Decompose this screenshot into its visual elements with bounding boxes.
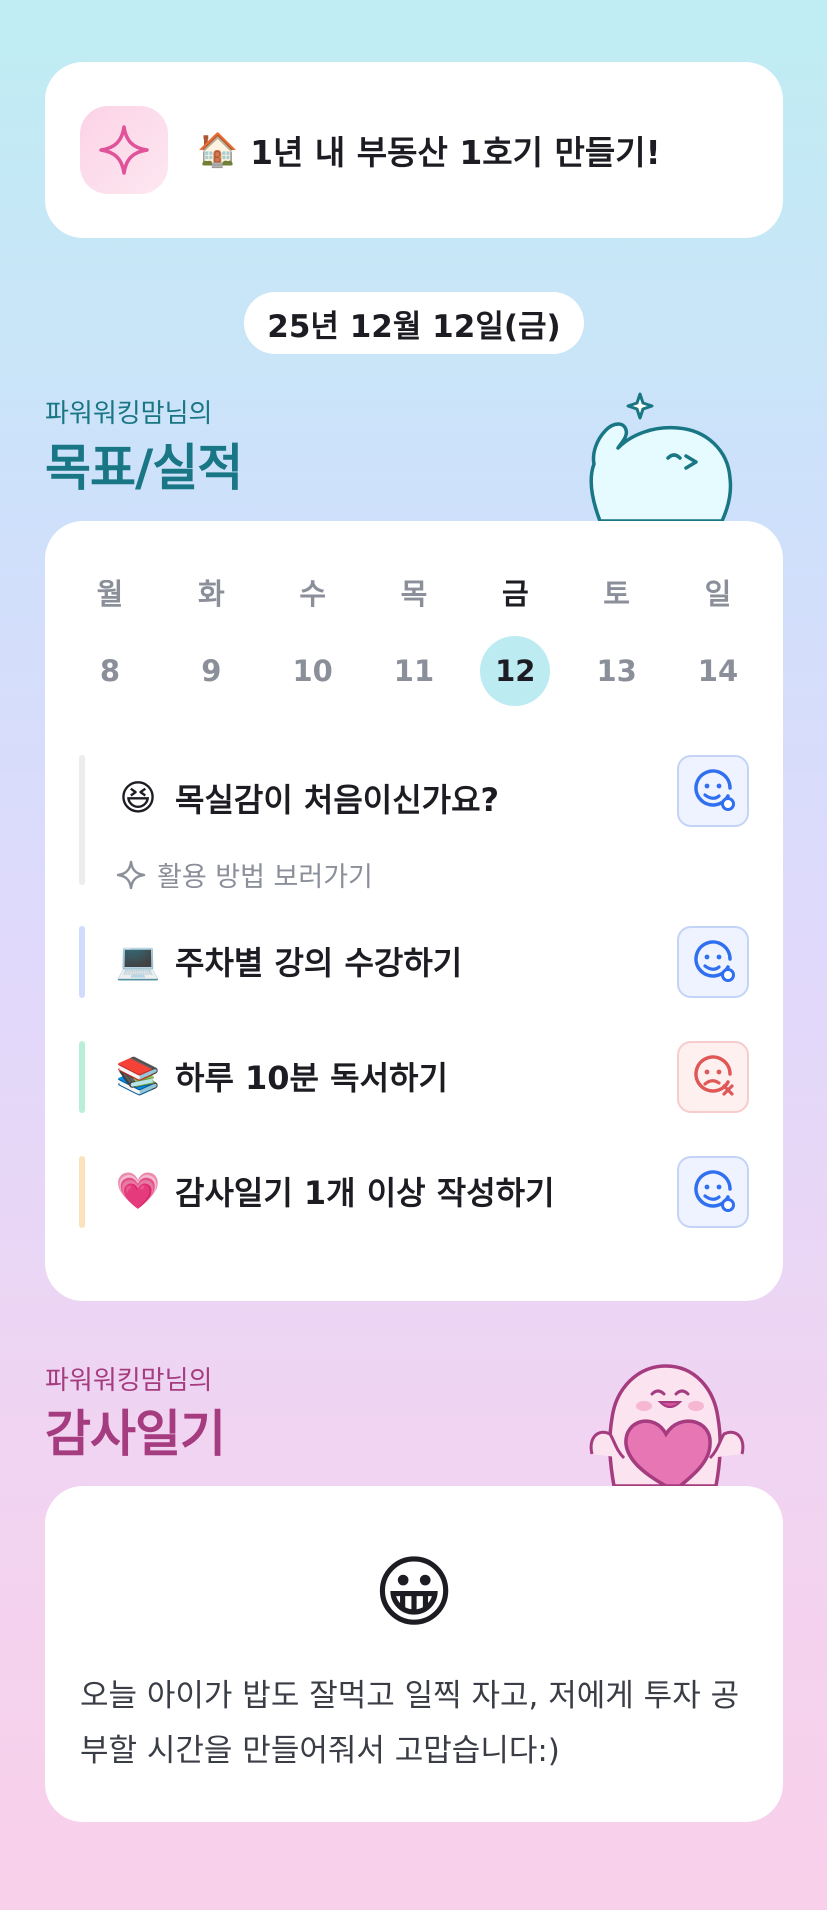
weekday-label: 토: [603, 577, 630, 611]
weekday-label: 월: [96, 577, 124, 611]
sparkle-icon: [116, 860, 146, 889]
weekday-label-selected: 금: [501, 577, 529, 611]
goals-section-title: 목표/실적: [45, 439, 243, 497]
weekday-label: 수: [299, 577, 326, 611]
date-pill[interactable]: 25년 12월 12일(금): [244, 292, 584, 354]
thanks-entry-text: 오늘 아이가 밥도 잘먹고 일찍 자고, 저에게 투자 공부할 시간을 만들어줘…: [80, 1678, 740, 1769]
howto-link-label: 활용 방법 보러가기: [157, 862, 373, 893]
day-number-row: 8 9 10 11 12 13 14: [75, 636, 753, 706]
howto-link[interactable]: 활용 방법 보러가기: [115, 855, 373, 894]
laughing-emoji-icon: 😆: [119, 777, 157, 819]
goal-item[interactable]: 💻 주차별 강의 수강하기: [79, 926, 749, 998]
sad-x-icon: [694, 1055, 734, 1096]
goals-section-subtitle: 파워워킹맘님의: [45, 399, 213, 429]
thanks-section-subtitle: 파워워킹맘님의: [45, 1366, 213, 1396]
weekday-row: 월 화 수 목 금 토 일: [75, 571, 753, 613]
goal-label: 목실감이 처음이신가요?: [175, 781, 500, 819]
status-done-button[interactable]: [677, 1156, 749, 1228]
goals-card: 월 화 수 목 금 토 일 8 9 10 11 12 13 14 😆 목실감이 …: [45, 521, 783, 1301]
laptop-emoji-icon: 💻: [115, 941, 161, 982]
goal-label: 주차별 강의 수강하기: [175, 944, 463, 982]
heart-emoji-icon: 💗: [115, 1171, 161, 1212]
goal-banner-text: 🏠 1년 내 부동산 1호기 만들기!: [197, 126, 661, 174]
goal-item[interactable]: 💗 감사일기 1개 이상 작성하기: [79, 1156, 749, 1228]
goal-item[interactable]: 😆 목실감이 처음이신가요? 활용 방법 보러가기: [79, 755, 749, 893]
goal-label: 감사일기 1개 이상 작성하기: [175, 1174, 555, 1212]
weekday-label: 화: [197, 577, 225, 611]
goal-item[interactable]: 📚 하루 10분 독서하기: [79, 1041, 749, 1113]
goal-banner-label: 1년 내 부동산 1호기 만들기!: [250, 133, 661, 172]
goal-color-bar: [79, 755, 85, 885]
goal-label: 하루 10분 독서하기: [175, 1059, 448, 1097]
day-button[interactable]: 13: [582, 636, 652, 706]
goal-label-row: 💗 감사일기 1개 이상 작성하기: [115, 1168, 555, 1214]
grinning-emoji-icon: 😀: [373, 1548, 455, 1638]
mascot-teal-icon: [582, 390, 752, 523]
status-done-button[interactable]: [677, 755, 749, 827]
smile-check-icon: [694, 769, 735, 811]
status-missed-button[interactable]: [677, 1041, 749, 1113]
weekday-label: 일: [704, 577, 732, 611]
weekday-label: 목: [400, 577, 428, 611]
goal-color-bar: [79, 1156, 85, 1228]
day-button[interactable]: 9: [176, 636, 246, 706]
smile-check-icon: [694, 1170, 735, 1212]
thanks-section-title: 감사일기: [45, 1405, 226, 1463]
books-emoji-icon: 📚: [115, 1056, 161, 1097]
smile-check-icon: [694, 940, 735, 982]
house-emoji-icon: 🏠: [197, 130, 239, 169]
mascot-pink-icon: [584, 1354, 750, 1488]
day-button[interactable]: 11: [379, 636, 449, 706]
status-done-button[interactable]: [677, 926, 749, 998]
day-button[interactable]: 14: [683, 636, 753, 706]
goal-label-row: 💻 주차별 강의 수강하기: [115, 938, 463, 984]
goal-label-row: 😆 목실감이 처음이신가요?: [115, 775, 499, 821]
sparkle-icon: [80, 106, 168, 194]
goal-label-row: 📚 하루 10분 독서하기: [115, 1053, 448, 1099]
goal-color-bar: [79, 1041, 85, 1113]
thanks-card[interactable]: 😀 오늘 아이가 밥도 잘먹고 일찍 자고, 저에게 투자 공부할 시간을 만들…: [45, 1486, 783, 1822]
goal-banner[interactable]: 🏠 1년 내 부동산 1호기 만들기!: [45, 62, 783, 238]
day-button[interactable]: 8: [75, 636, 145, 706]
goal-color-bar: [79, 926, 85, 998]
day-button[interactable]: 10: [278, 636, 348, 706]
day-button-selected[interactable]: 12: [480, 636, 551, 706]
